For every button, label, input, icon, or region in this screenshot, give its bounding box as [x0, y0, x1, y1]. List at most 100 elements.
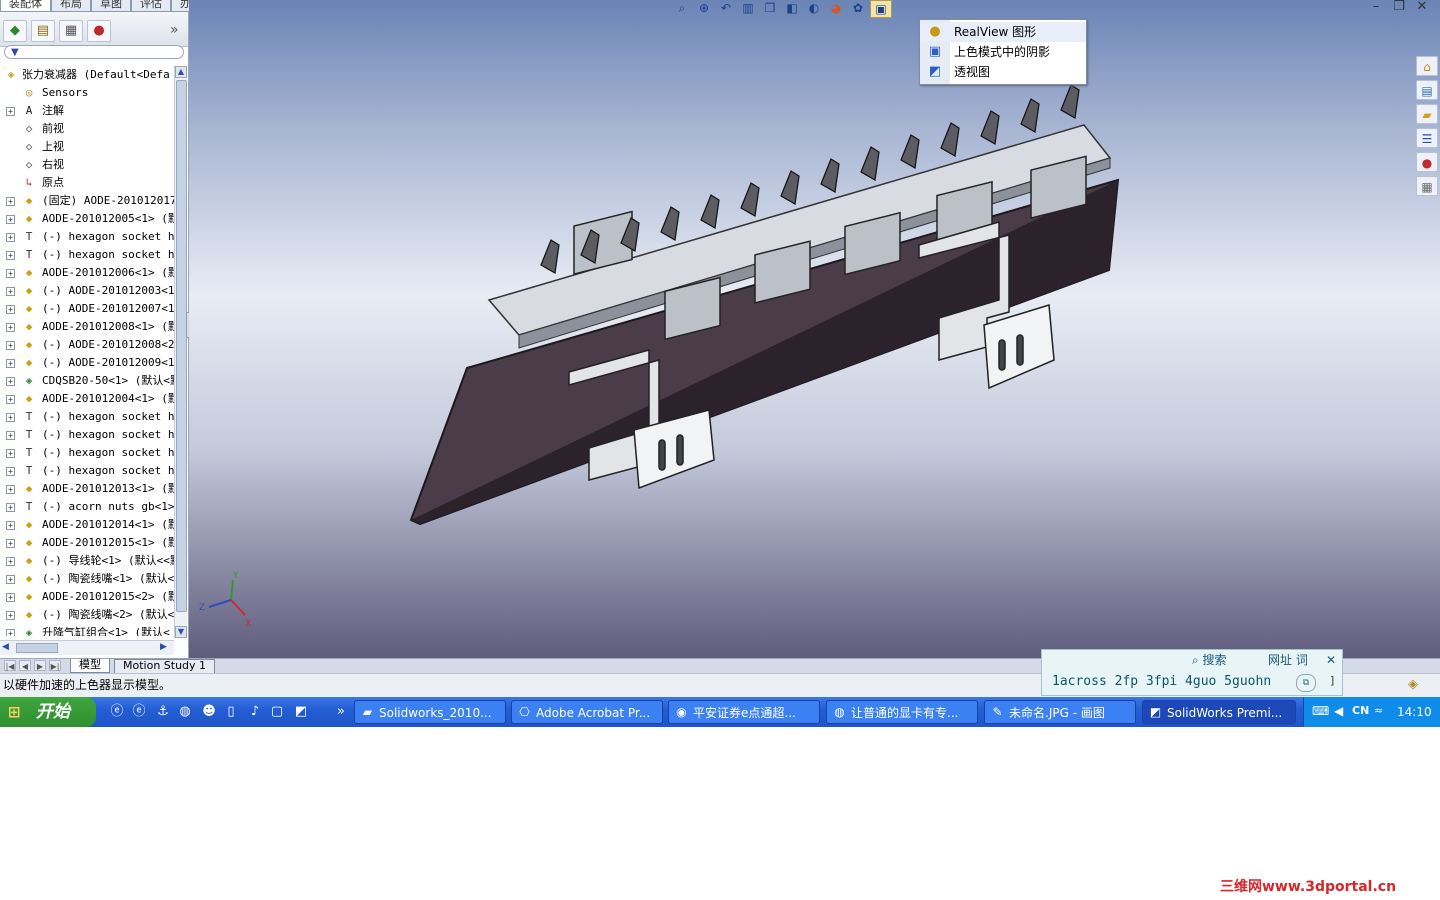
tag-icon[interactable]: ◈ [1408, 677, 1418, 692]
tree-filter-input[interactable]: ▼ [4, 45, 184, 59]
apply-scene-icon[interactable]: ✿ [848, 0, 868, 16]
quick-launch-more-icon[interactable]: » [332, 703, 350, 721]
expand-toggle-icon[interactable]: + [6, 575, 15, 584]
custom-properties-icon[interactable]: ▦ [1416, 176, 1438, 196]
expand-toggle-icon[interactable]: + [6, 107, 15, 116]
tree-item[interactable]: + T (-) hexagon socket hea [0, 426, 174, 444]
file-explorer-icon[interactable]: ▰ [1416, 104, 1438, 124]
design-library-icon[interactable]: ▤ [1416, 80, 1438, 100]
expand-toggle-icon[interactable]: + [6, 485, 15, 494]
tree-item[interactable]: + T (-) acorn nuts gb<1> [0, 498, 174, 516]
ime-close-icon[interactable]: ✕ [1326, 652, 1336, 668]
tree-item[interactable]: ◈ 张力衰减器 (Default<Defa [0, 66, 174, 84]
expand-toggle-icon[interactable]: + [6, 215, 15, 224]
edit-appearance-icon[interactable]: ◕ [826, 0, 846, 16]
tab-evaluate[interactable]: 评估 [131, 0, 171, 12]
tree-item[interactable]: + ◆ (-) 陶瓷线嘴<1> (默认< [0, 570, 174, 588]
previous-view-icon[interactable]: ↶ [716, 0, 736, 16]
hscroll-thumb[interactable] [16, 643, 58, 653]
scroll-right-icon[interactable]: ▶ [160, 642, 167, 652]
expand-toggle-icon[interactable]: + [6, 287, 15, 296]
expand-toggle-icon[interactable]: + [6, 467, 15, 476]
expand-toggle-icon[interactable]: + [6, 305, 15, 314]
media-player-icon[interactable]: ♪ [246, 703, 264, 721]
tray-collapse-icon[interactable]: ◀ [1334, 704, 1343, 718]
view-orientation-icon[interactable]: ❒ [760, 0, 780, 16]
property-manager-tab-icon[interactable]: ▤ [31, 20, 55, 42]
tree-item[interactable]: + ◆ AODE-201012004<1> (默认 [0, 390, 174, 408]
tab-model[interactable]: 模型 [70, 659, 110, 673]
start-button[interactable]: ⊞ 开始 [0, 697, 96, 727]
tree-item[interactable]: + ◈ 升降气缸组合<1> (默认< [0, 624, 174, 636]
network-icon[interactable]: ≈ [1374, 704, 1383, 717]
hide-show-items-icon[interactable]: ◐ [804, 0, 824, 16]
expand-toggle-icon[interactable]: + [6, 413, 15, 422]
tree-item[interactable]: + ◆ AODE-201012015<1> (默认 [0, 534, 174, 552]
tree-item[interactable]: + T (-) hexagon socket hea [0, 444, 174, 462]
window-icon[interactable]: ▢ [268, 703, 286, 721]
solidworks-quick-icon[interactable]: ◩ [292, 703, 310, 721]
task-acrobat[interactable]: ⎔ Adobe Acrobat Pr... [511, 700, 663, 724]
task-paint[interactable]: ✎ 未命名.JPG - 画图 [984, 700, 1136, 724]
display-manager-tab-icon[interactable]: ● [87, 20, 111, 42]
zoom-to-fit-icon[interactable]: ⌕ [672, 0, 692, 16]
expand-toggle-icon[interactable]: + [6, 197, 15, 206]
expand-toggle-icon[interactable]: + [6, 359, 15, 368]
ime-candidates[interactable]: 1across 2fp 3fpi 4guo 5guohn [1052, 673, 1271, 691]
display-style-icon[interactable]: ◧ [782, 0, 802, 16]
ime-web-button[interactable]: 网址 词 [1268, 652, 1308, 668]
tree-item[interactable]: ◇ 右视 [0, 156, 174, 174]
menu-item-realview[interactable]: ● RealView 图形 [920, 22, 1086, 42]
tree-item[interactable]: + ◆ AODE-201012006<1> (默认 [0, 264, 174, 282]
tree-item[interactable]: + ◆ AODE-201012005<1> (默认 [0, 210, 174, 228]
expand-toggle-icon[interactable]: + [6, 521, 15, 530]
ime-language-icon[interactable]: CN [1352, 704, 1369, 717]
expand-toggle-icon[interactable]: + [6, 557, 15, 566]
expand-toggle-icon[interactable]: + [6, 611, 15, 620]
prev-tab-icon[interactable]: ◀ [19, 660, 31, 671]
zoom-to-area-icon[interactable]: ⊕ [694, 0, 714, 16]
ie-alt-icon[interactable]: ⓔ [130, 703, 148, 721]
tree-item[interactable]: + ◆ (-) AODE-201012008<2> [0, 336, 174, 354]
tree-item[interactable]: + ◆ AODE-201012015<2> (默认 [0, 588, 174, 606]
tree-item[interactable]: + ◆ (-) AODE-201012007<1> [0, 300, 174, 318]
clock[interactable]: 14:10 [1397, 697, 1432, 727]
tab-layout[interactable]: 布局 [51, 0, 91, 12]
document-icon[interactable]: ▯ [222, 703, 240, 721]
next-tab-icon[interactable]: ▶ [34, 660, 46, 671]
tree-item[interactable]: + ◆ (固定) AODE-201012017< [0, 192, 174, 210]
view-palette-icon[interactable]: ☰ [1416, 128, 1438, 148]
tree-item[interactable]: + ◆ (-) AODE-201012009<1> [0, 354, 174, 372]
tree-item[interactable]: + ◆ (-) 导线轮<1> (默认<<默 [0, 552, 174, 570]
expand-toggle-icon[interactable]: + [6, 251, 15, 260]
graphics-area[interactable]: Y X Z [189, 0, 1440, 658]
feature-manager-tab-icon[interactable]: ◆ [3, 20, 27, 42]
view-settings-icon[interactable]: ▣ [870, 0, 892, 18]
first-tab-icon[interactable]: |◀ [4, 660, 16, 671]
last-tab-icon[interactable]: ▶| [49, 660, 61, 671]
expand-toggle-icon[interactable]: + [6, 503, 15, 512]
task-stock-app[interactable]: ◉ 平安证券e点通超... [668, 700, 820, 724]
tree-vertical-scrollbar[interactable]: ▲ ▼ [174, 66, 187, 638]
task-browser[interactable]: ◍ 让普通的显卡有专... [826, 700, 978, 724]
expand-toggle-icon[interactable]: + [6, 233, 15, 242]
close-icon[interactable]: ✕ [1414, 0, 1430, 14]
expand-toggle-icon[interactable]: + [6, 431, 15, 440]
tree-item[interactable]: ↳ 原点 [0, 174, 174, 192]
ime-search-button[interactable]: ⌕ 搜索 [1192, 652, 1227, 668]
menu-item-perspective[interactable]: ◩ 透视图 [920, 62, 1086, 82]
tree-item[interactable]: + T (-) hexagon socket hea [0, 228, 174, 246]
expand-toggle-icon[interactable]: + [6, 449, 15, 458]
tab-sketch[interactable]: 草图 [91, 0, 131, 12]
expand-panel-icon[interactable]: » [170, 22, 179, 38]
tab-assembly[interactable]: 装配体 [0, 0, 51, 12]
scroll-left-icon[interactable]: ◀ [2, 642, 9, 652]
expand-toggle-icon[interactable]: + [6, 341, 15, 350]
section-view-icon[interactable]: ▥ [738, 0, 758, 16]
assembly-model[interactable]: Y X Z [189, 0, 1440, 658]
tree-item[interactable]: + ◆ AODE-201012008<1> (默认 [0, 318, 174, 336]
task-solidworks-folder[interactable]: ▰ Solidworks_2010... [354, 700, 506, 724]
expand-toggle-icon[interactable]: + [6, 629, 15, 636]
tree-item[interactable]: ◇ 上视 [0, 138, 174, 156]
scroll-down-icon[interactable]: ▼ [175, 626, 187, 638]
